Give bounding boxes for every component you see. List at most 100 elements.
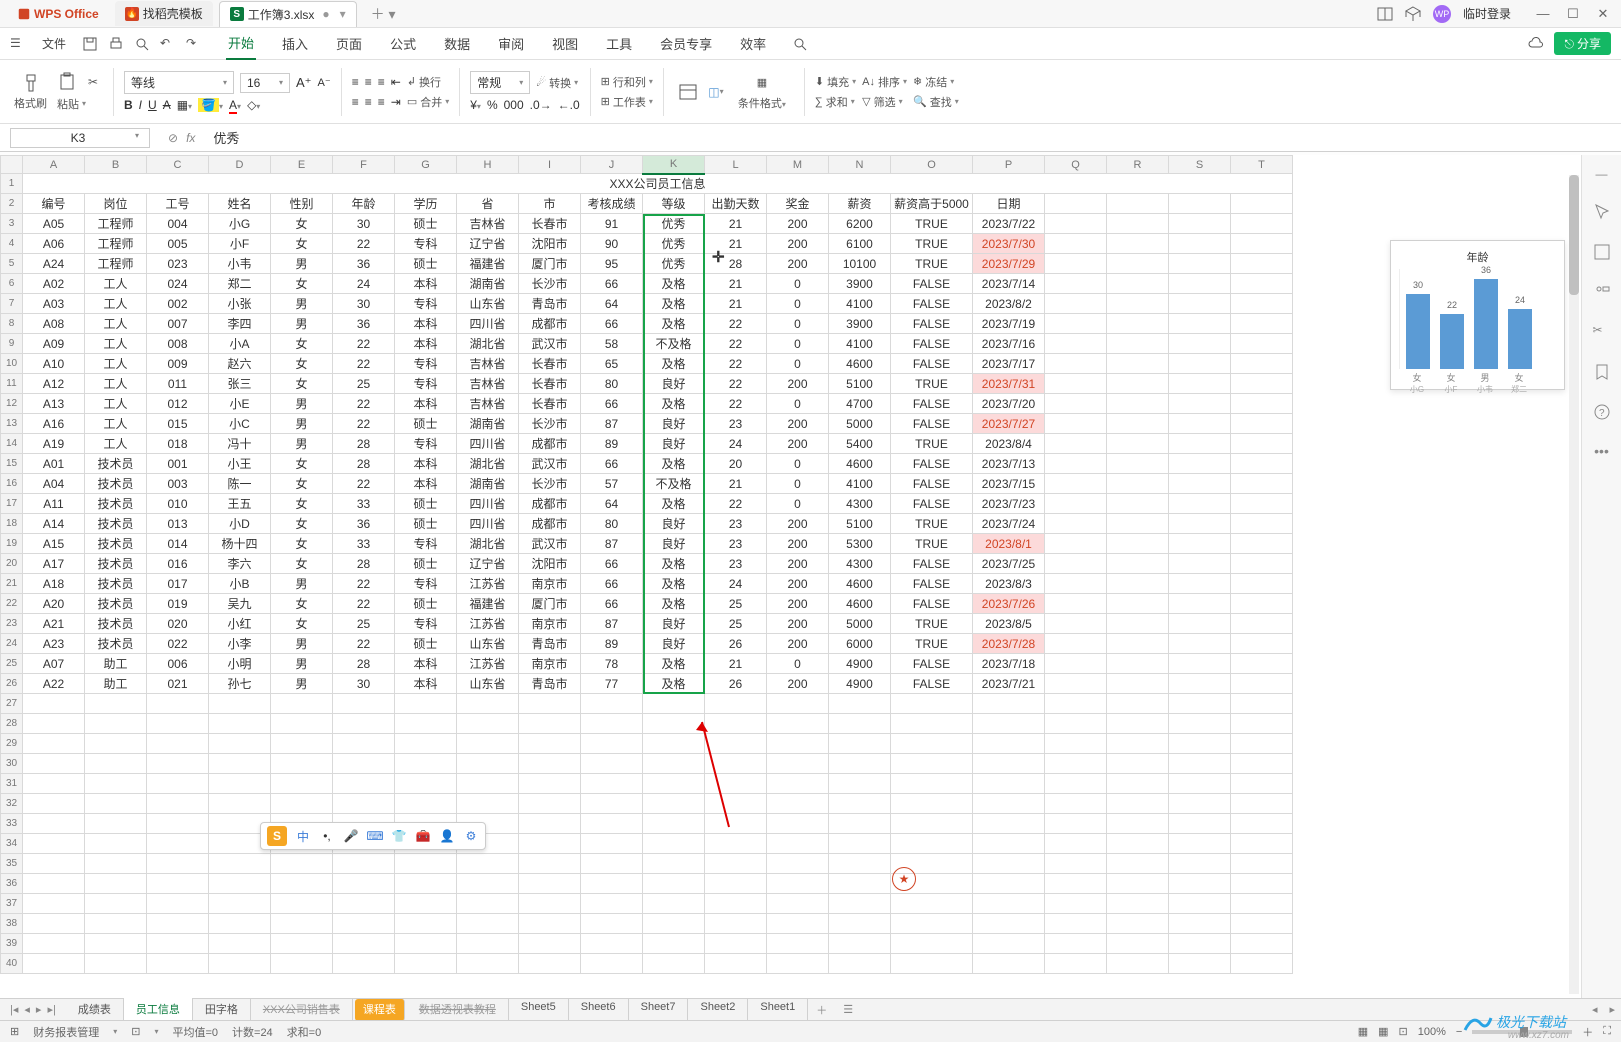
- cell[interactable]: 0: [767, 314, 829, 334]
- cell[interactable]: [767, 894, 829, 914]
- col-header-A[interactable]: A: [23, 156, 85, 174]
- col-header-H[interactable]: H: [457, 156, 519, 174]
- cell[interactable]: [1169, 634, 1231, 654]
- col-header-E[interactable]: E: [271, 156, 333, 174]
- cell[interactable]: 江苏省: [457, 654, 519, 674]
- cell[interactable]: 长沙市: [519, 474, 581, 494]
- sheet-nav-r1[interactable]: ◂: [1586, 1003, 1604, 1016]
- cell[interactable]: 女: [271, 234, 333, 254]
- cell[interactable]: 2023/7/20: [973, 394, 1045, 414]
- cell[interactable]: [581, 894, 643, 914]
- cell[interactable]: A06: [23, 234, 85, 254]
- cell[interactable]: [519, 774, 581, 794]
- cell[interactable]: 湖南省: [457, 414, 519, 434]
- cell[interactable]: [1231, 774, 1293, 794]
- cell[interactable]: 66: [581, 314, 643, 334]
- cell[interactable]: [1231, 934, 1293, 954]
- cell[interactable]: 优秀: [643, 214, 705, 234]
- cell[interactable]: 山东省: [457, 674, 519, 694]
- cell[interactable]: [147, 874, 209, 894]
- cell[interactable]: [1231, 414, 1293, 434]
- cell[interactable]: 吉林省: [457, 394, 519, 414]
- cell[interactable]: [85, 774, 147, 794]
- row-header-34[interactable]: 34: [1, 834, 23, 854]
- cell[interactable]: 022: [147, 634, 209, 654]
- cell[interactable]: 2023/8/3: [973, 574, 1045, 594]
- cell[interactable]: 4600: [829, 594, 891, 614]
- cell[interactable]: 技术员: [85, 554, 147, 574]
- col-header-O[interactable]: O: [891, 156, 973, 174]
- cell[interactable]: [519, 834, 581, 854]
- cell[interactable]: 200: [767, 374, 829, 394]
- zoom-in-button[interactable]: ＋: [1582, 1024, 1593, 1040]
- cell[interactable]: A09: [23, 334, 85, 354]
- row-header-14[interactable]: 14: [1, 434, 23, 454]
- cell[interactable]: [209, 914, 271, 934]
- row-header-2[interactable]: 2: [1, 194, 23, 214]
- menu-审阅[interactable]: 审阅: [496, 28, 526, 59]
- sheet-nav-prev[interactable]: ◂: [24, 1003, 30, 1016]
- cell[interactable]: 技术员: [85, 614, 147, 634]
- cell[interactable]: [1231, 794, 1293, 814]
- cell[interactable]: [1169, 794, 1231, 814]
- cell[interactable]: [829, 894, 891, 914]
- cell[interactable]: [1231, 234, 1293, 254]
- cut-icon[interactable]: ✂: [83, 72, 103, 92]
- cell[interactable]: 200: [767, 554, 829, 574]
- cell[interactable]: [519, 794, 581, 814]
- cell[interactable]: [1107, 674, 1169, 694]
- align-right-icon[interactable]: ≡: [378, 95, 385, 109]
- row-header-9[interactable]: 9: [1, 334, 23, 354]
- cell[interactable]: 山东省: [457, 634, 519, 654]
- cell[interactable]: [643, 914, 705, 934]
- cell[interactable]: 008: [147, 334, 209, 354]
- col-header-L[interactable]: L: [705, 156, 767, 174]
- cell[interactable]: 女: [271, 614, 333, 634]
- cell[interactable]: 良好: [643, 634, 705, 654]
- cell[interactable]: 小D: [209, 514, 271, 534]
- cell[interactable]: 及格: [643, 494, 705, 514]
- cell[interactable]: 4300: [829, 494, 891, 514]
- cell[interactable]: 硕士: [395, 214, 457, 234]
- row-header-35[interactable]: 35: [1, 854, 23, 874]
- cell[interactable]: 24: [705, 574, 767, 594]
- login-label[interactable]: 临时登录: [1463, 5, 1511, 22]
- menu-会员专享[interactable]: 会员专享: [658, 28, 714, 59]
- cell[interactable]: 023: [147, 254, 209, 274]
- cell[interactable]: 姓名: [209, 194, 271, 214]
- cell[interactable]: 专科: [395, 614, 457, 634]
- cell[interactable]: [1045, 834, 1107, 854]
- cell[interactable]: [643, 774, 705, 794]
- sheet-nav-last[interactable]: ▸|: [47, 1003, 55, 1016]
- cell[interactable]: [23, 814, 85, 834]
- cell[interactable]: [209, 894, 271, 914]
- row-header-22[interactable]: 22: [1, 594, 23, 614]
- cell[interactable]: 024: [147, 274, 209, 294]
- cell[interactable]: [973, 774, 1045, 794]
- cell[interactable]: 200: [767, 634, 829, 654]
- paste-label[interactable]: 粘贴 ▾: [57, 96, 103, 112]
- cell[interactable]: [891, 734, 973, 754]
- cell[interactable]: [1045, 814, 1107, 834]
- cell[interactable]: [1169, 954, 1231, 974]
- cell[interactable]: [767, 854, 829, 874]
- cell[interactable]: [23, 734, 85, 754]
- cell[interactable]: 武汉市: [519, 534, 581, 554]
- cell[interactable]: A07: [23, 654, 85, 674]
- col-header-N[interactable]: N: [829, 156, 891, 174]
- cell[interactable]: [829, 934, 891, 954]
- cell[interactable]: 工人: [85, 274, 147, 294]
- cell[interactable]: [1231, 314, 1293, 334]
- cell[interactable]: [395, 894, 457, 914]
- cell[interactable]: [1045, 894, 1107, 914]
- cell[interactable]: 4600: [829, 454, 891, 474]
- cell[interactable]: [581, 714, 643, 734]
- cell[interactable]: 女: [271, 534, 333, 554]
- cell[interactable]: [457, 894, 519, 914]
- cell[interactable]: 技术员: [85, 494, 147, 514]
- percent-icon[interactable]: %: [487, 98, 498, 112]
- cell[interactable]: [85, 954, 147, 974]
- cell[interactable]: [973, 694, 1045, 714]
- cell[interactable]: 58: [581, 334, 643, 354]
- name-box[interactable]: K3 ▾: [10, 128, 150, 148]
